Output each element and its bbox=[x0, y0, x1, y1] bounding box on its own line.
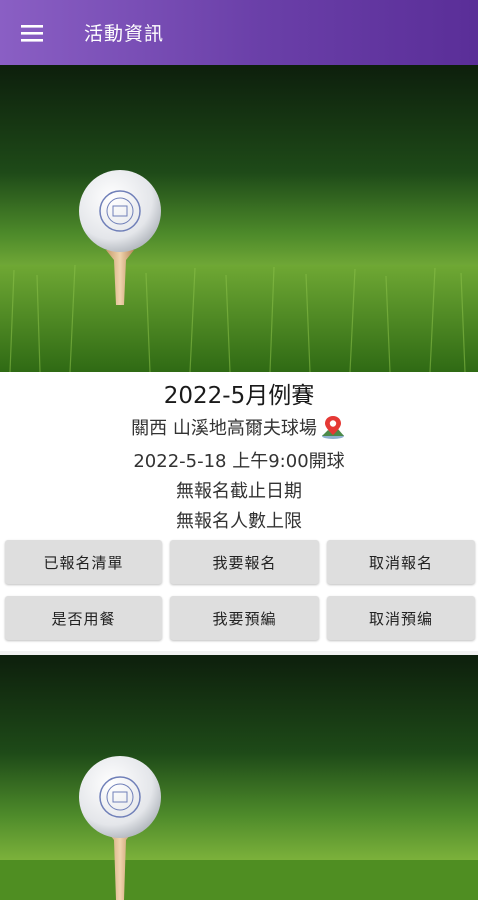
event-card: 2022-5月例賽 關西 山溪地高爾夫球場 2022-5-18 上午9:00開球… bbox=[0, 372, 478, 651]
event-location-row[interactable]: 關西 山溪地高爾夫球場 bbox=[0, 414, 478, 440]
event-banner-image bbox=[0, 65, 478, 372]
event-location: 關西 山溪地高爾夫球場 bbox=[131, 418, 317, 439]
cancel-pre-book-button[interactable]: 取消預编 bbox=[327, 596, 475, 640]
registration-deadline: 無報名截止日期 bbox=[176, 481, 302, 502]
page-title: 活動資訊 bbox=[84, 23, 165, 45]
cancel-registration-button[interactable]: 取消報名 bbox=[327, 540, 475, 584]
register-button[interactable]: 我要報名 bbox=[170, 540, 319, 584]
registered-list-button[interactable]: 已報名清單 bbox=[5, 540, 162, 584]
pre-book-button[interactable]: 我要預編 bbox=[170, 596, 319, 640]
event-title: 2022-5月例賽 bbox=[163, 383, 315, 409]
registration-limit: 無報名人數上限 bbox=[176, 511, 302, 532]
event-datetime: 2022-5-18 上午9:00開球 bbox=[133, 451, 345, 472]
app-bar: 活動資訊 bbox=[0, 0, 478, 65]
hamburger-menu-icon bbox=[21, 24, 43, 42]
meal-option-button[interactable]: 是否用餐 bbox=[5, 596, 162, 640]
event-banner-image bbox=[0, 655, 478, 900]
map-pin-icon[interactable] bbox=[319, 414, 347, 440]
menu-button[interactable] bbox=[0, 0, 66, 65]
